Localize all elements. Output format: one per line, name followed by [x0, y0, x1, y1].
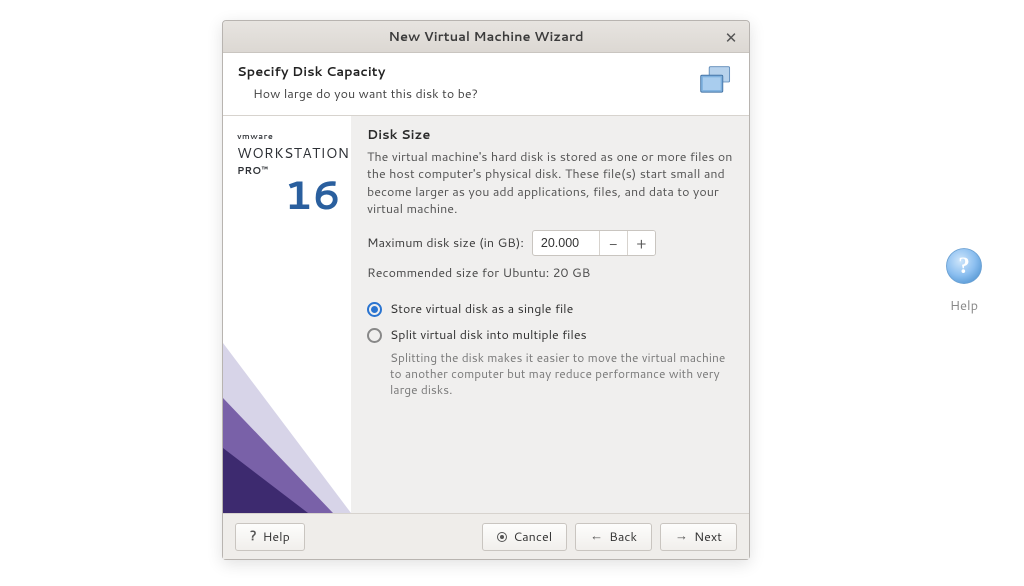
page-subtitle: How large do you want this disk to be? [237, 85, 478, 103]
wizard-footer: ? Help Cancel ← Back → Next [223, 513, 749, 559]
desktop-help-shortcut[interactable]: ? Help [934, 245, 994, 315]
recommended-size: Recommended size for Ubuntu: 20 GB [367, 264, 735, 282]
page-title: Specify Disk Capacity [237, 63, 478, 81]
window-title: New Virtual Machine Wizard [388, 28, 583, 46]
minus-icon: − [609, 233, 617, 254]
close-icon[interactable]: ✕ [721, 27, 741, 47]
plus-icon: + [636, 233, 646, 254]
radio-single-file[interactable]: Store virtual disk as a single file [367, 300, 735, 318]
radio-label: Store virtual disk as a single file [390, 300, 573, 318]
radio-icon [367, 328, 382, 343]
radio-split-files[interactable]: Split virtual disk into multiple files [367, 326, 735, 344]
radio-label: Split virtual disk into multiple files [390, 326, 587, 344]
brand-version: 16 [223, 174, 351, 214]
max-size-spinner: − + [532, 230, 656, 256]
arrow-left-icon: ← [590, 530, 603, 543]
sidebar: vmware WORKSTATION PRO™ 16 [223, 116, 351, 513]
disk-allocation-group: Store virtual disk as a single file Spli… [367, 300, 735, 399]
wizard-header: Specify Disk Capacity How large do you w… [223, 53, 749, 116]
button-label: Next [694, 528, 722, 546]
button-label: Back [609, 528, 637, 546]
brand-product: WORKSTATION [237, 143, 351, 163]
wizard-body: vmware WORKSTATION PRO™ 16 Disk Size The… [223, 116, 749, 513]
section-title: Disk Size [367, 126, 735, 144]
cancel-icon [497, 532, 507, 542]
increment-button[interactable]: + [627, 231, 655, 255]
max-size-input[interactable] [533, 231, 599, 255]
desktop: ? Help New Virtual Machine Wizard ✕ Spec… [0, 0, 1024, 586]
max-size-label: Maximum disk size (in GB): [367, 234, 524, 252]
radio-icon [367, 302, 382, 317]
titlebar[interactable]: New Virtual Machine Wizard ✕ [223, 21, 749, 53]
brand-vendor: vmware [237, 130, 351, 142]
svg-text:?: ? [958, 253, 969, 278]
help-button[interactable]: ? Help [235, 523, 305, 551]
wizard-content: Disk Size The virtual machine's hard dis… [351, 116, 749, 513]
back-button[interactable]: ← Back [575, 523, 652, 551]
desktop-help-label: Help [934, 297, 994, 315]
arrow-right-icon: → [675, 530, 688, 543]
split-description: Splitting the disk makes it easier to mo… [367, 350, 735, 399]
wizard-window: New Virtual Machine Wizard ✕ Specify Dis… [222, 20, 750, 560]
sidebar-art [223, 253, 351, 513]
question-icon: ? [250, 530, 257, 543]
button-label: Help [263, 528, 290, 546]
screens-icon [697, 65, 735, 99]
decrement-button[interactable]: − [599, 231, 627, 255]
section-description: The virtual machine's hard disk is store… [367, 149, 735, 218]
next-button[interactable]: → Next [660, 523, 737, 551]
button-label: Cancel [513, 528, 552, 546]
max-size-row: Maximum disk size (in GB): − + [367, 230, 735, 256]
help-icon: ? [943, 245, 985, 287]
cancel-button[interactable]: Cancel [482, 523, 567, 551]
